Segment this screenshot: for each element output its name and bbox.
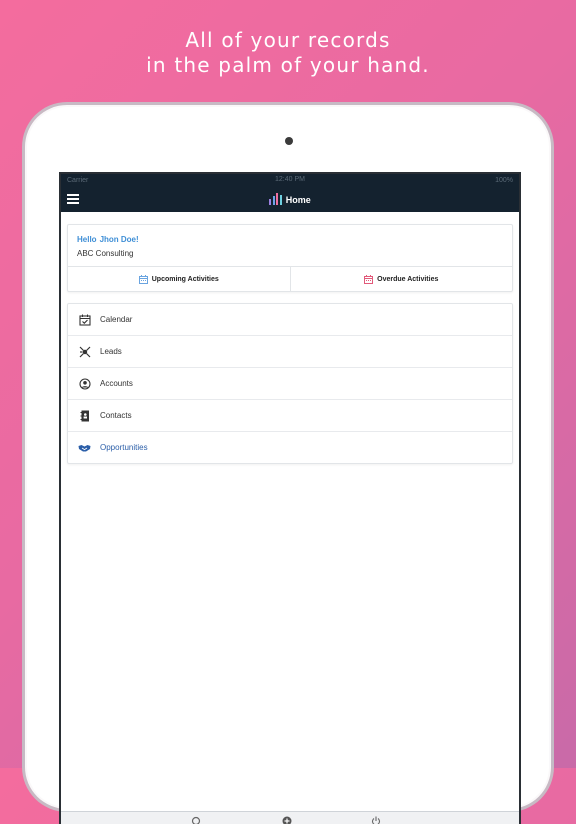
promo-line-1: All of your records	[0, 28, 576, 53]
search-icon[interactable]	[191, 816, 201, 824]
calendar-icon	[364, 275, 373, 284]
greeting: HelloJhon Doe!	[77, 235, 503, 244]
menu-item-calendar[interactable]: Calendar	[68, 304, 512, 336]
add-icon[interactable]	[282, 816, 292, 824]
calendar-icon	[139, 275, 148, 284]
menu-item-contacts[interactable]: Contacts	[68, 400, 512, 432]
hamburger-icon[interactable]	[67, 194, 79, 204]
calendar-check-icon	[78, 313, 91, 326]
menu-label-calendar: Calendar	[100, 315, 132, 324]
app-logo-icon	[269, 193, 282, 205]
menu-label-leads: Leads	[100, 347, 122, 356]
menu-item-accounts[interactable]: Accounts	[68, 368, 512, 400]
logo-bar	[276, 193, 278, 205]
menu-label-contacts: Contacts	[100, 411, 132, 420]
menu-label-accounts: Accounts	[100, 379, 133, 388]
app-screen: Carrier 12:40 PM 100% Home	[59, 172, 521, 824]
status-time: 12:40 PM	[61, 176, 519, 183]
logo-bar	[269, 199, 271, 205]
bottom-toolbar	[61, 811, 519, 824]
menu-item-opportunities[interactable]: Opportunities	[68, 432, 512, 463]
power-icon[interactable]	[371, 816, 381, 824]
account-circle-icon	[78, 377, 91, 390]
contacts-book-icon	[78, 409, 91, 422]
navigation-menu: Calendar Leads	[67, 303, 513, 464]
leads-icon	[78, 345, 91, 358]
promo-headline: All of your records in the palm of your …	[0, 28, 576, 78]
overdue-activities-label: Overdue Activities	[377, 276, 438, 283]
welcome-card: HelloJhon Doe! ABC Consulting Upcomin	[67, 224, 513, 292]
company-name: ABC Consulting	[77, 249, 503, 258]
upcoming-activities-label: Upcoming Activities	[152, 276, 219, 283]
overdue-activities-button[interactable]: Overdue Activities	[290, 267, 513, 291]
nav-bar: Home	[61, 186, 519, 212]
user-name: Jhon Doe!	[100, 235, 139, 244]
upcoming-activities-button[interactable]: Upcoming Activities	[68, 267, 290, 291]
nav-title-group: Home	[269, 193, 311, 205]
handshake-icon	[78, 441, 91, 454]
logo-bar	[273, 196, 275, 205]
greeting-hello: Hello	[77, 235, 97, 244]
welcome-section: HelloJhon Doe! ABC Consulting	[68, 225, 512, 267]
menu-item-leads[interactable]: Leads	[68, 336, 512, 368]
promo-line-2: in the palm of your hand.	[0, 53, 576, 78]
page-title: Home	[286, 195, 311, 205]
status-bar: Carrier 12:40 PM 100%	[61, 174, 519, 186]
activities-row: Upcoming Activities Overdue Activities	[68, 267, 512, 291]
logo-bar	[280, 195, 282, 205]
menu-label-opportunities: Opportunities	[100, 443, 148, 452]
tablet-frame: Carrier 12:40 PM 100% Home	[27, 107, 549, 807]
camera-dot	[285, 137, 293, 145]
main-content: HelloJhon Doe! ABC Consulting Upcomin	[61, 212, 519, 464]
